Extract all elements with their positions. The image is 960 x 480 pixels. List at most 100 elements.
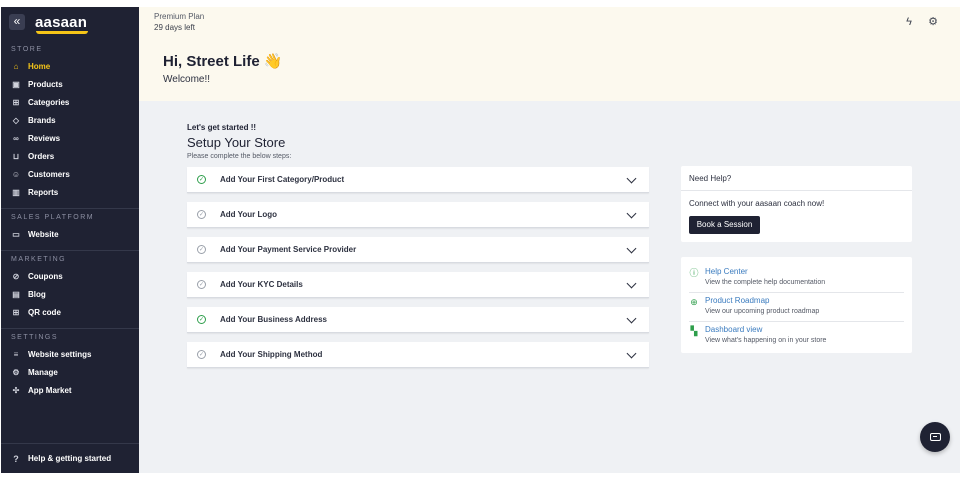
setup-step-payment-provider[interactable]: ✓ Add Your Payment Service Provider bbox=[187, 237, 649, 263]
sidebar-item-orders[interactable]: ⊔ Orders bbox=[1, 147, 139, 165]
bottom-border bbox=[0, 473, 960, 480]
sidebar-item-home[interactable]: ⌂ Home bbox=[1, 57, 139, 75]
cart-icon: ⊔ bbox=[12, 151, 20, 161]
help-getting-started-link[interactable]: ? Help & getting started bbox=[1, 443, 139, 473]
sidebar-item-reports[interactable]: ▥ Reports bbox=[1, 183, 139, 201]
link-title: Help Center bbox=[705, 267, 748, 276]
sidebar-item-label: Reports bbox=[28, 187, 59, 197]
sidebar-item-label: Website settings bbox=[28, 349, 92, 359]
setup-step-kyc-details[interactable]: ✓ Add Your KYC Details bbox=[187, 272, 649, 298]
sidebar-item-label: QR code bbox=[28, 307, 61, 317]
logo-swoosh bbox=[36, 30, 88, 34]
sidebar-item-label: Categories bbox=[28, 97, 70, 107]
sidebar-item-label: Brands bbox=[28, 115, 56, 125]
settings-gear-icon[interactable]: ⚙ bbox=[927, 16, 939, 28]
sidebar-divider bbox=[1, 328, 139, 329]
check-circle-icon: ✓ bbox=[197, 315, 206, 324]
bolt-icon[interactable]: ϟ bbox=[903, 16, 915, 28]
sidebar-item-categories[interactable]: ⊞ Categories bbox=[1, 93, 139, 111]
chat-bubble-icon bbox=[929, 433, 941, 441]
top-border bbox=[0, 0, 960, 7]
grid-icon: ⊞ bbox=[12, 97, 20, 107]
chat-launcher-button[interactable] bbox=[920, 422, 950, 452]
sidebar-divider bbox=[1, 208, 139, 209]
sidebar-item-app-market[interactable]: ✣ App Market bbox=[1, 381, 139, 399]
sidebar-item-manage[interactable]: ⚙ Manage bbox=[1, 363, 139, 381]
sidebar-item-coupons[interactable]: ⊘ Coupons bbox=[1, 267, 139, 285]
setup-step-label: Add Your Business Address bbox=[220, 315, 327, 324]
gear-icon: ⚙ bbox=[12, 367, 20, 377]
brand-logo[interactable]: aasaan bbox=[35, 13, 88, 34]
info-icon: ⓘ bbox=[689, 268, 699, 278]
check-circle-icon: ✓ bbox=[197, 245, 206, 254]
document-icon: ▤ bbox=[12, 289, 20, 299]
link-description: View our upcoming product roadmap bbox=[705, 308, 820, 315]
main-content: Premium Plan 29 days left ϟ ⚙ Hi, Street… bbox=[139, 7, 960, 473]
sidebar-item-products[interactable]: ▣ Products bbox=[1, 75, 139, 93]
chevron-down-icon[interactable] bbox=[626, 278, 637, 289]
section-store: STORE bbox=[11, 46, 43, 53]
chevron-down-icon[interactable] bbox=[626, 313, 637, 324]
link-title: Product Roadmap bbox=[705, 296, 770, 305]
hero-banner: Premium Plan 29 days left ϟ ⚙ Hi, Street… bbox=[139, 7, 960, 101]
users-icon: ☺ bbox=[11, 169, 21, 179]
chevron-down-icon[interactable] bbox=[626, 208, 637, 219]
coupon-icon: ⊘ bbox=[12, 271, 20, 281]
sidebar-item-label: Home bbox=[28, 61, 51, 71]
setup-step-label: Add Your Payment Service Provider bbox=[220, 245, 357, 254]
section-marketing: MARKETING bbox=[11, 256, 67, 263]
need-help-card: Need Help? Connect with your aasaan coac… bbox=[681, 166, 912, 242]
dashboard-view-link[interactable]: ▚ Dashboard view View what's happening o… bbox=[689, 323, 904, 351]
sidebar-item-label: Website bbox=[28, 229, 59, 239]
plan-name: Premium Plan bbox=[154, 12, 205, 21]
help-center-link[interactable]: ⓘ Help Center View the complete help doc… bbox=[689, 265, 904, 293]
link-description: View the complete help documentation bbox=[705, 279, 826, 286]
sidebar-item-customers[interactable]: ☺ Customers bbox=[1, 165, 139, 183]
chevron-down-icon[interactable] bbox=[626, 173, 637, 184]
box-icon: ▣ bbox=[12, 79, 20, 89]
help-circle-icon: ? bbox=[13, 453, 19, 464]
help-getting-started-label: Help & getting started bbox=[28, 454, 112, 463]
sidebar-item-blog[interactable]: ▤ Blog bbox=[1, 285, 139, 303]
sidebar-item-website-settings[interactable]: ≡ Website settings bbox=[1, 345, 139, 363]
setup-step-business-address[interactable]: ✓ Add Your Business Address bbox=[187, 307, 649, 333]
setup-step-shipping-method[interactable]: ✓ Add Your Shipping Method bbox=[187, 342, 649, 368]
setup-subtitle: Please complete the below steps: bbox=[187, 153, 292, 160]
sidebar-item-label: Manage bbox=[28, 367, 58, 377]
need-help-title: Need Help? bbox=[681, 166, 912, 191]
sidebar-item-reviews[interactable]: ∞ Reviews bbox=[1, 129, 139, 147]
chevron-down-icon[interactable] bbox=[626, 243, 637, 254]
sidebar-header: « aasaan bbox=[1, 7, 139, 37]
brand-logo-text: aasaan bbox=[35, 13, 88, 31]
section-settings: SETTINGS bbox=[11, 334, 59, 341]
sidebar-item-label: Customers bbox=[28, 169, 70, 179]
sidebar-item-label: Reviews bbox=[28, 133, 61, 143]
sidebar-item-website[interactable]: ▭ Website bbox=[1, 225, 139, 243]
link-description: View what's happening on in your store bbox=[705, 337, 827, 344]
setup-step-logo[interactable]: ✓ Add Your Logo bbox=[187, 202, 649, 228]
sidebar-item-label: Blog bbox=[28, 289, 46, 299]
setup-title: Setup Your Store bbox=[187, 135, 286, 150]
check-circle-icon: ✓ bbox=[197, 350, 206, 359]
sidebar-item-label: Products bbox=[28, 79, 63, 89]
greeting-heading: Hi, Street Life 👋 bbox=[163, 53, 283, 70]
sidebar-item-brands[interactable]: ◇ Brands bbox=[1, 111, 139, 129]
chevron-down-icon[interactable] bbox=[626, 348, 637, 359]
check-circle-icon: ✓ bbox=[197, 175, 206, 184]
sidebar-item-qr-code[interactable]: ⊞ QR code bbox=[1, 303, 139, 321]
plus-circle-icon: ⊕ bbox=[690, 297, 698, 307]
plan-days-left: 29 days left bbox=[154, 23, 195, 32]
monitor-icon: ▭ bbox=[12, 229, 20, 239]
welcome-text: Welcome!! bbox=[163, 74, 211, 85]
bar-chart-icon: ▥ bbox=[12, 187, 20, 197]
setup-step-label: Add Your Shipping Method bbox=[220, 350, 323, 359]
qr-icon: ⊞ bbox=[12, 307, 20, 317]
sidebar: « aasaan STORE ⌂ Home ▣ Products ⊞ Categori… bbox=[1, 7, 139, 473]
product-roadmap-link[interactable]: ⊕ Product Roadmap View our upcoming prod… bbox=[689, 294, 904, 322]
setup-step-category-product[interactable]: ✓ Add Your First Category/Product bbox=[187, 167, 649, 193]
book-session-button[interactable]: Book a Session bbox=[689, 216, 760, 234]
check-circle-icon: ✓ bbox=[197, 280, 206, 289]
sidebar-item-label: Orders bbox=[28, 151, 55, 161]
dashboard-icon: ▚ bbox=[690, 326, 698, 336]
collapse-sidebar-icon[interactable]: « bbox=[9, 14, 25, 30]
